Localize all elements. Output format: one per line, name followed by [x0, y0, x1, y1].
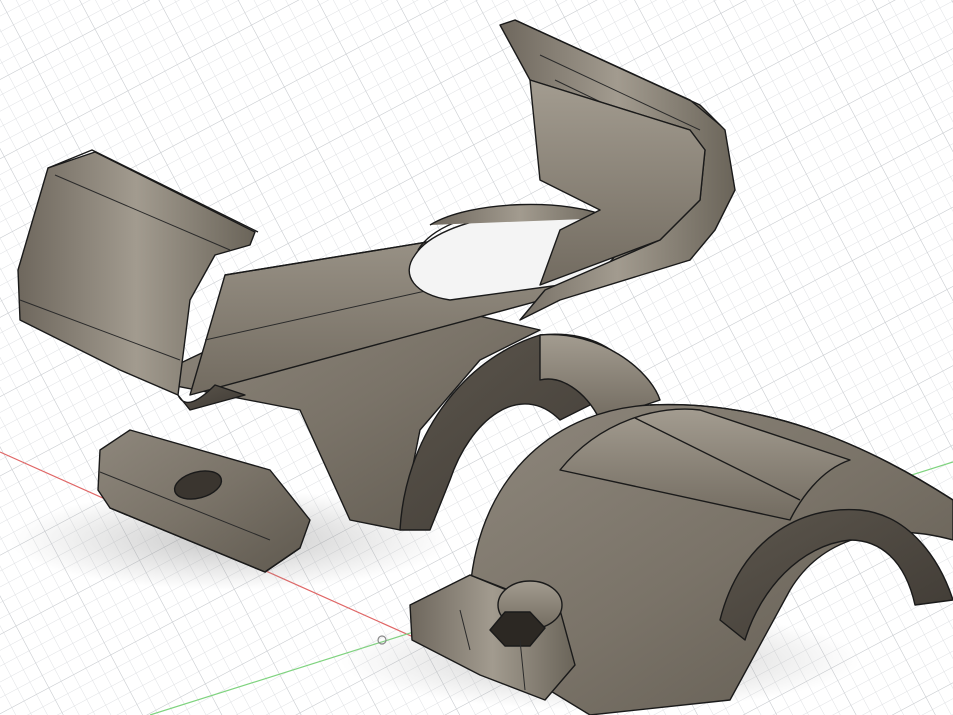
viewport-canvas[interactable]	[0, 0, 953, 715]
model-viewport[interactable]	[0, 0, 953, 715]
